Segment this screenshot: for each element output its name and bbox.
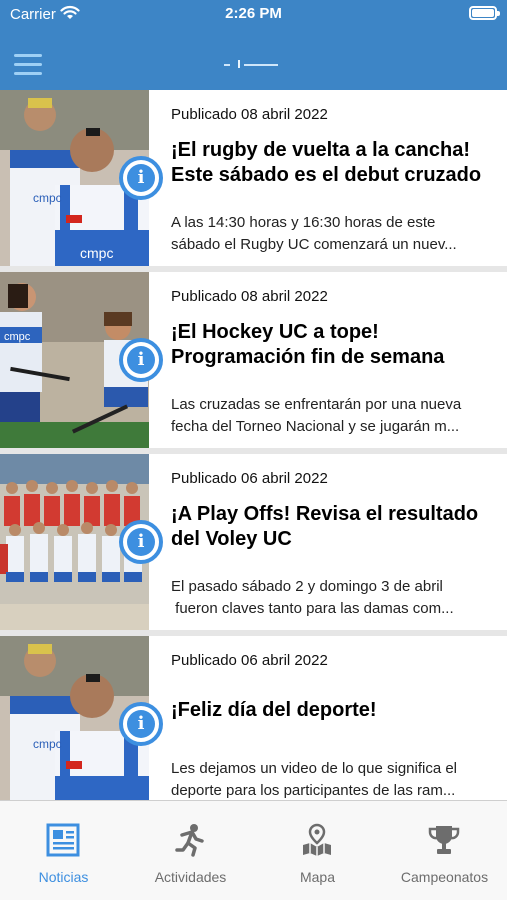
news-title: ¡Feliz día del deporte! bbox=[171, 699, 377, 721]
news-excerpt: Las cruzadas se enfrentarán por una nuev… bbox=[171, 396, 462, 435]
jersey-sponsor-text: cmpc bbox=[33, 737, 62, 751]
tab-mapa[interactable]: Mapa bbox=[254, 801, 381, 900]
hamburger-menu-icon[interactable] bbox=[14, 54, 42, 76]
news-card[interactable]: cmpc cmpc i Publicado 08 abril 2022 ¡El … bbox=[0, 90, 507, 266]
app-logo bbox=[224, 60, 278, 68]
publish-date: Publicado 06 abril 2022 bbox=[171, 470, 328, 487]
news-card[interactable]: cmpc i Publicado 08 abril 2022 ¡El Hocke… bbox=[0, 272, 507, 448]
info-icon[interactable]: i bbox=[119, 520, 163, 564]
tab-label: Campeonatos bbox=[400, 869, 489, 885]
clock-time: 2:26 PM bbox=[225, 5, 282, 22]
news-card[interactable]: cmpc i Publicado 06 abril 2022 ¡Feliz dí… bbox=[0, 636, 507, 800]
status-bar: Carrier 2:26 PM bbox=[0, 0, 507, 30]
running-person-icon bbox=[175, 824, 204, 857]
tab-noticias[interactable]: Noticias bbox=[0, 801, 127, 900]
publish-date: Publicado 06 abril 2022 bbox=[171, 652, 328, 669]
news-excerpt: A las 14:30 horas y 16:30 horas de este … bbox=[171, 214, 457, 253]
svg-text:cmpc: cmpc bbox=[33, 191, 62, 205]
publish-date: Publicado 08 abril 2022 bbox=[171, 106, 328, 123]
news-title: ¡A Play Offs! Revisa el resultado del Vo… bbox=[171, 503, 479, 550]
news-title: ¡El Hockey UC a tope! Programación fin d… bbox=[171, 321, 445, 368]
news-excerpt: Les dejamos un video de lo que significa… bbox=[171, 760, 458, 799]
info-icon[interactable]: i bbox=[119, 338, 163, 382]
newspaper-icon bbox=[46, 823, 80, 857]
battery-icon bbox=[469, 6, 500, 20]
info-icon[interactable]: i bbox=[119, 702, 163, 746]
bottom-tab-bar: Noticias Actividades Mapa Campeonatos bbox=[0, 800, 507, 900]
map-pin-icon bbox=[303, 823, 331, 856]
info-icon[interactable]: i bbox=[119, 156, 163, 200]
trophy-icon bbox=[428, 826, 460, 854]
news-title: ¡El rugby de vuelta a la cancha! Este sá… bbox=[171, 139, 482, 186]
tab-label: Noticias bbox=[38, 869, 89, 885]
tab-label: Actividades bbox=[154, 869, 227, 885]
news-card[interactable]: i Publicado 06 abril 2022 ¡A Play Offs! … bbox=[0, 454, 507, 630]
news-excerpt: El pasado sábado 2 y domingo 3 de abril … bbox=[171, 578, 454, 617]
jersey-sponsor-text: cmpc bbox=[4, 331, 31, 343]
tab-actividades[interactable]: Actividades bbox=[127, 801, 254, 900]
publish-date: Publicado 08 abril 2022 bbox=[171, 288, 328, 305]
tab-label: Mapa bbox=[299, 869, 336, 885]
tab-campeonatos[interactable]: Campeonatos bbox=[381, 801, 507, 900]
news-list: cmpc cmpc i Publicado 08 abril 2022 ¡El … bbox=[0, 90, 507, 800]
jersey-sponsor-text: cmpc bbox=[80, 245, 113, 261]
navigation-header: Carrier 2:26 PM bbox=[0, 0, 507, 90]
